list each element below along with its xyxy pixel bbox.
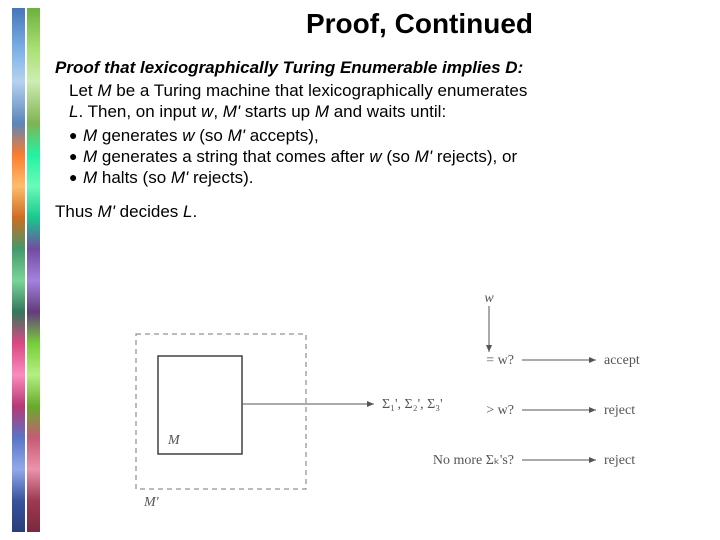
var-M: M (83, 147, 97, 166)
bullet-icon: ● (69, 167, 83, 188)
text: (so (195, 126, 228, 145)
text: . Then, on input (78, 102, 201, 121)
text: decides (115, 202, 183, 221)
bullet-item: ● M generates a string that comes after … (69, 146, 704, 167)
diagram-label-nomore: No more Σₖ's? (433, 453, 514, 468)
bullet-text: M halts (so M' rejects). (83, 167, 253, 188)
var-Mprime: M' (228, 126, 245, 145)
content-area: Proof, Continued Proof that lexicographi… (55, 0, 720, 222)
conclusion: Thus M' decides L. (55, 202, 704, 222)
text: Let (69, 81, 97, 100)
var-w: w (369, 147, 381, 166)
text: accepts), (245, 126, 319, 145)
var-Mprime: M' (98, 202, 115, 221)
diagram-label-eq-w: = w? (486, 353, 514, 368)
proof-diagram: w M' M Σ₁', Σ₂', Σ₃' = w? accept > w? re… (126, 294, 646, 514)
decoration-column-1 (12, 8, 25, 532)
text: rejects), or (432, 147, 517, 166)
var-M: M (83, 168, 97, 187)
slide: Proof, Continued Proof that lexicographi… (0, 0, 720, 540)
text: halts (so (97, 168, 171, 187)
var-w: w (182, 126, 194, 145)
var-M: M (97, 81, 111, 100)
left-decoration (12, 8, 40, 532)
text: generates a string that comes after (97, 147, 369, 166)
diagram-label-accept: accept (604, 353, 640, 368)
text: , (213, 102, 222, 121)
var-Mprime: M' (415, 147, 432, 166)
proof-line-2: L. Then, on input w, M' starts up M and … (69, 101, 704, 122)
diagram-label-gt-w: > w? (486, 403, 514, 418)
text: Thus (55, 202, 98, 221)
var-w: w (201, 102, 213, 121)
text: . (192, 202, 197, 221)
decoration-column-2 (27, 8, 40, 532)
diagram-label-M: M (167, 433, 181, 448)
diagram-label-reject-1: reject (604, 403, 635, 418)
diagram-label-reject-2: reject (604, 453, 635, 468)
bullet-text: M generates w (so M' accepts), (83, 125, 319, 146)
bullet-icon: ● (69, 146, 83, 167)
text: be a Turing machine that lexicographical… (112, 81, 528, 100)
var-Mprime: M' (171, 168, 188, 187)
bullet-icon: ● (69, 125, 83, 146)
text: and waits until: (329, 102, 446, 121)
proof-line-1: Let M be a Turing machine that lexicogra… (69, 80, 704, 101)
bullet-item: ● M generates w (so M' accepts), (69, 125, 704, 146)
bullet-text: M generates a string that comes after w … (83, 146, 517, 167)
var-M: M (315, 102, 329, 121)
bullet-list: ● M generates w (so M' accepts), ● M gen… (69, 125, 704, 189)
diagram-label-sigma: Σ₁', Σ₂', Σ₃' (382, 397, 443, 412)
text: starts up (240, 102, 315, 121)
box-Mprime (136, 334, 306, 489)
var-M: M (83, 126, 97, 145)
slide-title: Proof, Continued (135, 8, 704, 40)
text: generates (97, 126, 182, 145)
bullet-item: ● M halts (so M' rejects). (69, 167, 704, 188)
var-Mprime: M' (223, 102, 240, 121)
proof-subtitle: Proof that lexicographically Turing Enum… (55, 58, 704, 78)
diagram-label-w: w (484, 294, 494, 306)
diagram-label-Mprime: M' (143, 495, 160, 510)
text: rejects). (188, 168, 253, 187)
text: (so (382, 147, 415, 166)
